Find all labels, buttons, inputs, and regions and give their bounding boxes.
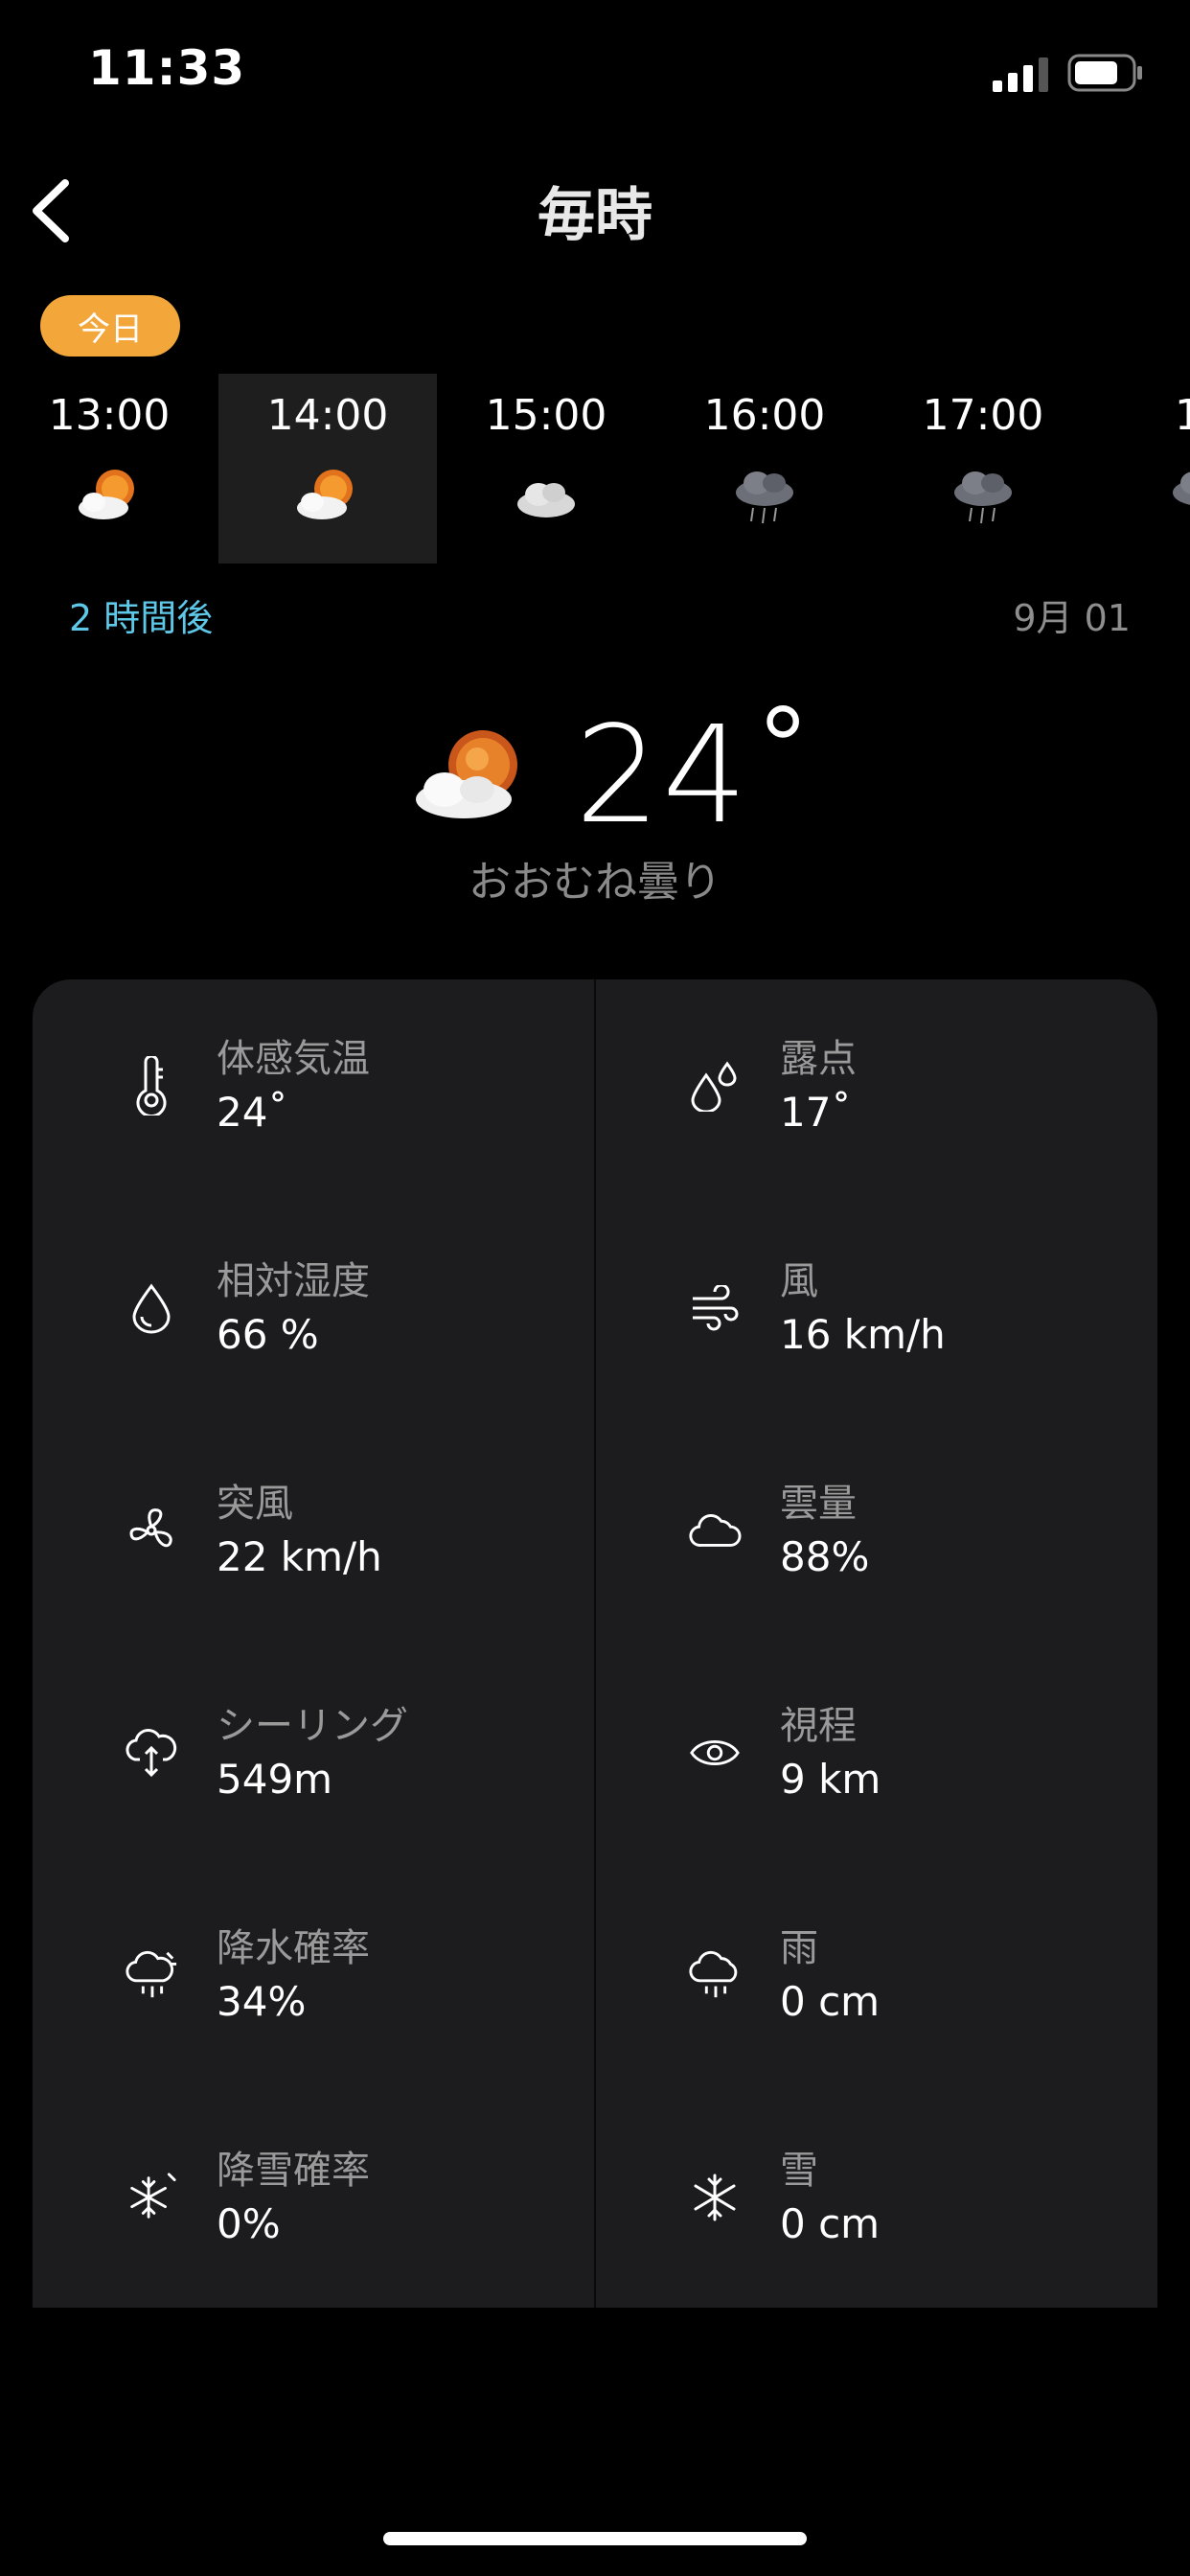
hour-item-17[interactable]: 17:00 (874, 374, 1092, 564)
hour-item-16[interactable]: 16:00 (655, 374, 874, 564)
detail-label: 体感気温 (217, 1037, 370, 1081)
detail-cloud-cover: 雲量 88% (596, 1424, 1157, 1646)
detail-label: 降水確率 (217, 1926, 370, 1970)
detail-wind: 風 16 km/h (596, 1202, 1157, 1424)
detail-label: 風 (780, 1259, 818, 1303)
status-time: 11:33 (88, 40, 246, 96)
wind-icon (688, 1275, 742, 1342)
detail-label: 雲量 (780, 1482, 857, 1526)
detail-ceiling: シーリング 549m (33, 1646, 594, 1869)
detail-precip-chance: 降水確率 34% (33, 1869, 594, 2091)
detail-label: 降雪確率 (217, 2149, 370, 2193)
current-temperature: 24˚ (575, 698, 819, 854)
hour-item-18[interactable]: 18 (1092, 374, 1190, 564)
today-badge[interactable]: 今日 (40, 295, 180, 356)
hour-item-13[interactable]: 13:00 (0, 374, 218, 564)
offset-label: 2 時間後 (69, 597, 214, 639)
detail-gust: 突風 22 km/h (33, 1424, 594, 1646)
signal-icon (993, 58, 1048, 92)
detail-snow: 雪 0 cm (596, 2091, 1157, 2313)
rain-cloud-icon (954, 472, 1012, 524)
detail-label: 露点 (780, 1037, 857, 1081)
detail-dewpoint: 露点 17˚ (596, 979, 1157, 1202)
details-card: 体感気温 24˚ 露点 17˚ 相対湿度 66 % 風 16 km/h 突風 2… (33, 979, 1157, 2308)
hour-label: 17:00 (922, 391, 1044, 440)
hour-label: 13:00 (48, 391, 171, 440)
ceiling-cloud-icon (125, 1719, 178, 1786)
detail-feels-like: 体感気温 24˚ (33, 979, 594, 1202)
hour-label: 16:00 (703, 391, 826, 440)
dewpoint-icon (688, 1052, 742, 1119)
detail-value: 16 km/h (780, 1311, 946, 1358)
detail-value: 9 km (780, 1756, 881, 1803)
page-title: 毎時 (538, 182, 652, 249)
home-indicator[interactable] (383, 2532, 807, 2545)
precip-chance-icon (125, 1942, 178, 2009)
sun-cloud-icon (297, 470, 353, 519)
current-condition: おおむね曇り (469, 858, 721, 907)
detail-rain: 雨 0 cm (596, 1869, 1157, 2091)
rain-cloud-icon (736, 472, 793, 524)
hour-label: 14:00 (266, 391, 389, 440)
sun-cloud-icon (416, 730, 517, 818)
detail-humidity: 相対湿度 66 % (33, 1202, 594, 1424)
hour-label: 15:00 (485, 391, 607, 440)
detail-value: 0 cm (780, 1978, 881, 2025)
eye-icon (688, 1719, 742, 1786)
detail-label: 雪 (780, 2149, 818, 2193)
hour-strip[interactable]: 13:00 14:00 15:00 16:00 17:00 18 (0, 374, 1190, 565)
date-label: 9月 01 (1013, 597, 1131, 639)
detail-value: 549m (217, 1756, 333, 1803)
detail-value: 34% (217, 1978, 307, 2025)
detail-value: 0 cm (780, 2200, 881, 2247)
gust-fan-icon (125, 1497, 178, 1564)
thermometer-icon (125, 1052, 178, 1119)
hour-item-14[interactable]: 14:00 (218, 374, 437, 564)
humidity-drop-icon (125, 1275, 178, 1342)
detail-value: 88% (780, 1533, 870, 1580)
snowflake-icon (688, 2164, 742, 2231)
detail-value: 66 % (217, 1311, 319, 1358)
detail-label: 視程 (780, 1704, 857, 1748)
detail-value: 17˚ (780, 1089, 852, 1136)
rain-icon (688, 1942, 742, 2009)
detail-label: 相対湿度 (217, 1259, 370, 1303)
detail-value: 0% (217, 2200, 281, 2247)
detail-visibility: 視程 9 km (596, 1646, 1157, 1869)
rain-cloud-icon (1173, 472, 1190, 505)
cloud-cover-icon (688, 1497, 742, 1564)
detail-value: 22 km/h (217, 1533, 382, 1580)
detail-snow-chance: 降雪確率 0% (33, 2091, 594, 2313)
detail-label: 雨 (780, 1926, 818, 1970)
cloud-icon (517, 483, 575, 518)
hour-item-15[interactable]: 15:00 (437, 374, 655, 564)
detail-label: シーリング (217, 1704, 408, 1748)
snow-chance-icon (125, 2164, 178, 2231)
hour-label: 18 (1175, 391, 1190, 440)
battery-icon (1067, 54, 1142, 92)
detail-label: 突風 (217, 1482, 293, 1526)
detail-value: 24˚ (217, 1089, 288, 1136)
sun-cloud-icon (79, 470, 134, 519)
